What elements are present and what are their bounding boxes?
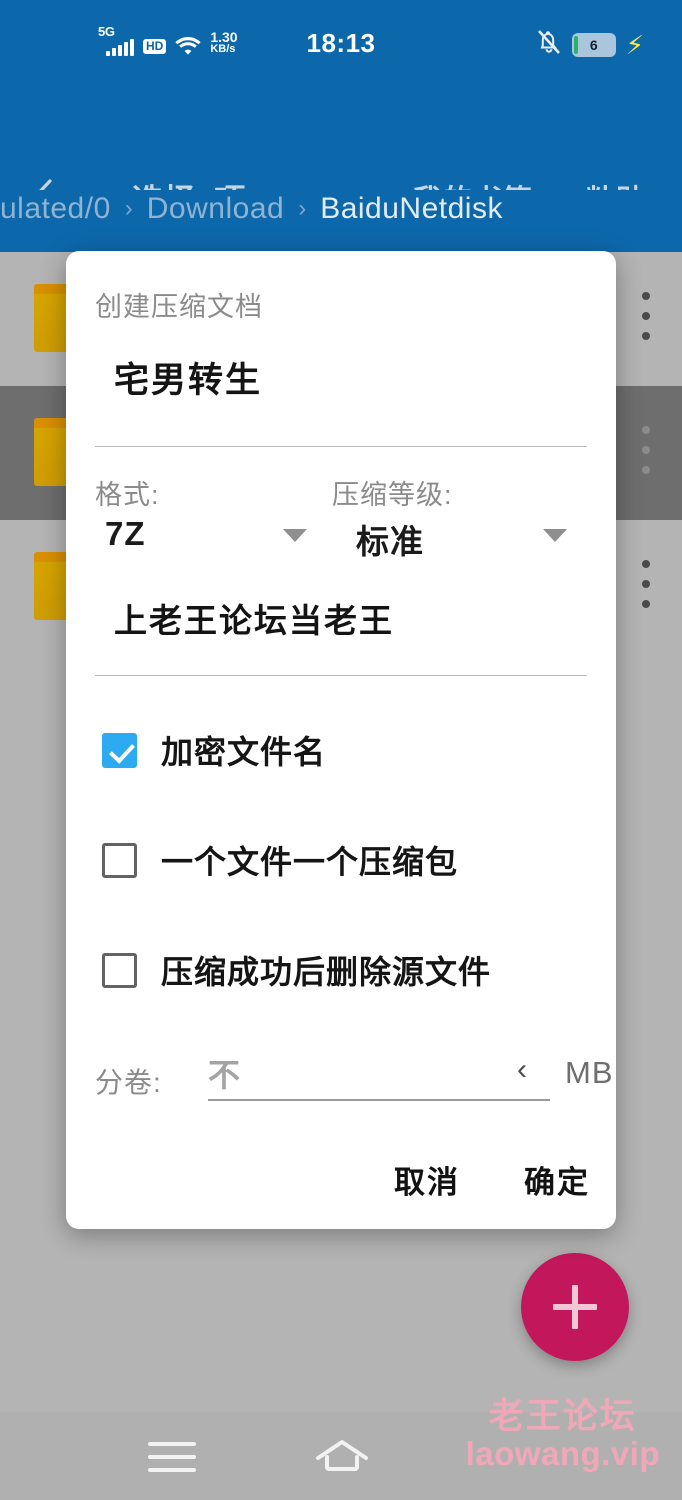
status-bar: 5G HD 1.30 KB/s 18:13 6 ⚡ <box>0 0 682 80</box>
confirm-button[interactable]: 确定 <box>524 1157 590 1202</box>
checkbox-checked-icon <box>102 732 137 768</box>
overflow-menu-icon[interactable] <box>642 560 650 620</box>
add-fab-button[interactable] <box>521 1253 629 1361</box>
divider <box>95 446 587 447</box>
home-icon[interactable] <box>314 1436 370 1481</box>
lightning-bolt-icon: ⚡ <box>625 29 644 60</box>
dialog-title: 创建压缩文档 <box>95 292 263 322</box>
breadcrumb-separator-0: › <box>124 195 133 222</box>
format-dropdown[interactable]: 7Z <box>105 515 335 553</box>
compression-level-value: 标准 <box>356 523 424 560</box>
checkbox-encrypt-filenames[interactable]: 加密文件名 <box>102 727 326 773</box>
checkbox-label: 压缩成功后删除源文件 <box>161 954 492 990</box>
overflow-menu-icon[interactable] <box>642 292 650 352</box>
checkbox-label: 加密文件名 <box>161 734 327 770</box>
split-volume-label: 分卷: <box>95 1067 162 1098</box>
checkbox-one-archive-per-file[interactable]: 一个文件一个压缩包 <box>102 837 458 883</box>
breadcrumb-items: ulated/0 › Download › BaiduNetdisk <box>0 192 503 226</box>
password-input[interactable] <box>114 599 566 637</box>
checkbox-unchecked-icon <box>102 952 137 988</box>
breadcrumb-item-2[interactable]: BaiduNetdisk <box>320 192 503 226</box>
chevron-left-icon[interactable]: ‹ <box>517 1053 527 1087</box>
system-nav-bar <box>0 1412 682 1500</box>
breadcrumb-item-0[interactable]: ulated/0 <box>0 192 111 226</box>
divider <box>95 675 587 676</box>
checkbox-unchecked-icon <box>102 842 137 878</box>
breadcrumb-separator-1: › <box>298 195 307 222</box>
split-volume-row: 分卷: ‹ MB <box>95 1051 613 1105</box>
breadcrumb: ulated/0 › Download › BaiduNetdisk <box>0 190 682 252</box>
archive-name-input[interactable] <box>114 357 566 397</box>
battery-indicator: 6 <box>571 32 616 57</box>
overflow-menu-icon[interactable] <box>642 426 650 486</box>
split-volume-unit: MB <box>565 1055 614 1090</box>
compression-level-label: 压缩等级: <box>332 480 453 510</box>
compression-level-dropdown[interactable]: 标准 <box>356 515 591 563</box>
dialog-button-row: 取消 确定 <box>394 1157 590 1202</box>
app-bar: 选择1项 我的书签 粘贴 <box>0 80 682 218</box>
phone-screen: 5G HD 1.30 KB/s 18:13 6 ⚡ ulated/0 › Dow… <box>0 0 682 1500</box>
create-archive-dialog: 创建压缩文档 格式: 压缩等级: 7Z 标准 加密文件名 一个文件一个压缩包 压… <box>66 251 616 1229</box>
breadcrumb-item-1[interactable]: Download <box>147 192 284 226</box>
split-volume-input[interactable] <box>208 1051 550 1101</box>
battery-level-label: 6 <box>589 36 598 53</box>
format-label: 格式: <box>95 480 160 510</box>
menu-hamburger-icon[interactable] <box>148 1442 196 1481</box>
checkbox-label: 一个文件一个压缩包 <box>161 844 459 880</box>
format-value: 7Z <box>105 515 146 552</box>
chevron-down-icon <box>283 529 307 542</box>
chevron-down-icon <box>543 529 567 542</box>
status-bar-right-group: 6 ⚡ <box>536 28 644 61</box>
cancel-button[interactable]: 取消 <box>394 1157 460 1202</box>
checkbox-delete-source-after-compress[interactable]: 压缩成功后删除源文件 <box>102 947 491 993</box>
bell-off-icon <box>536 28 562 61</box>
